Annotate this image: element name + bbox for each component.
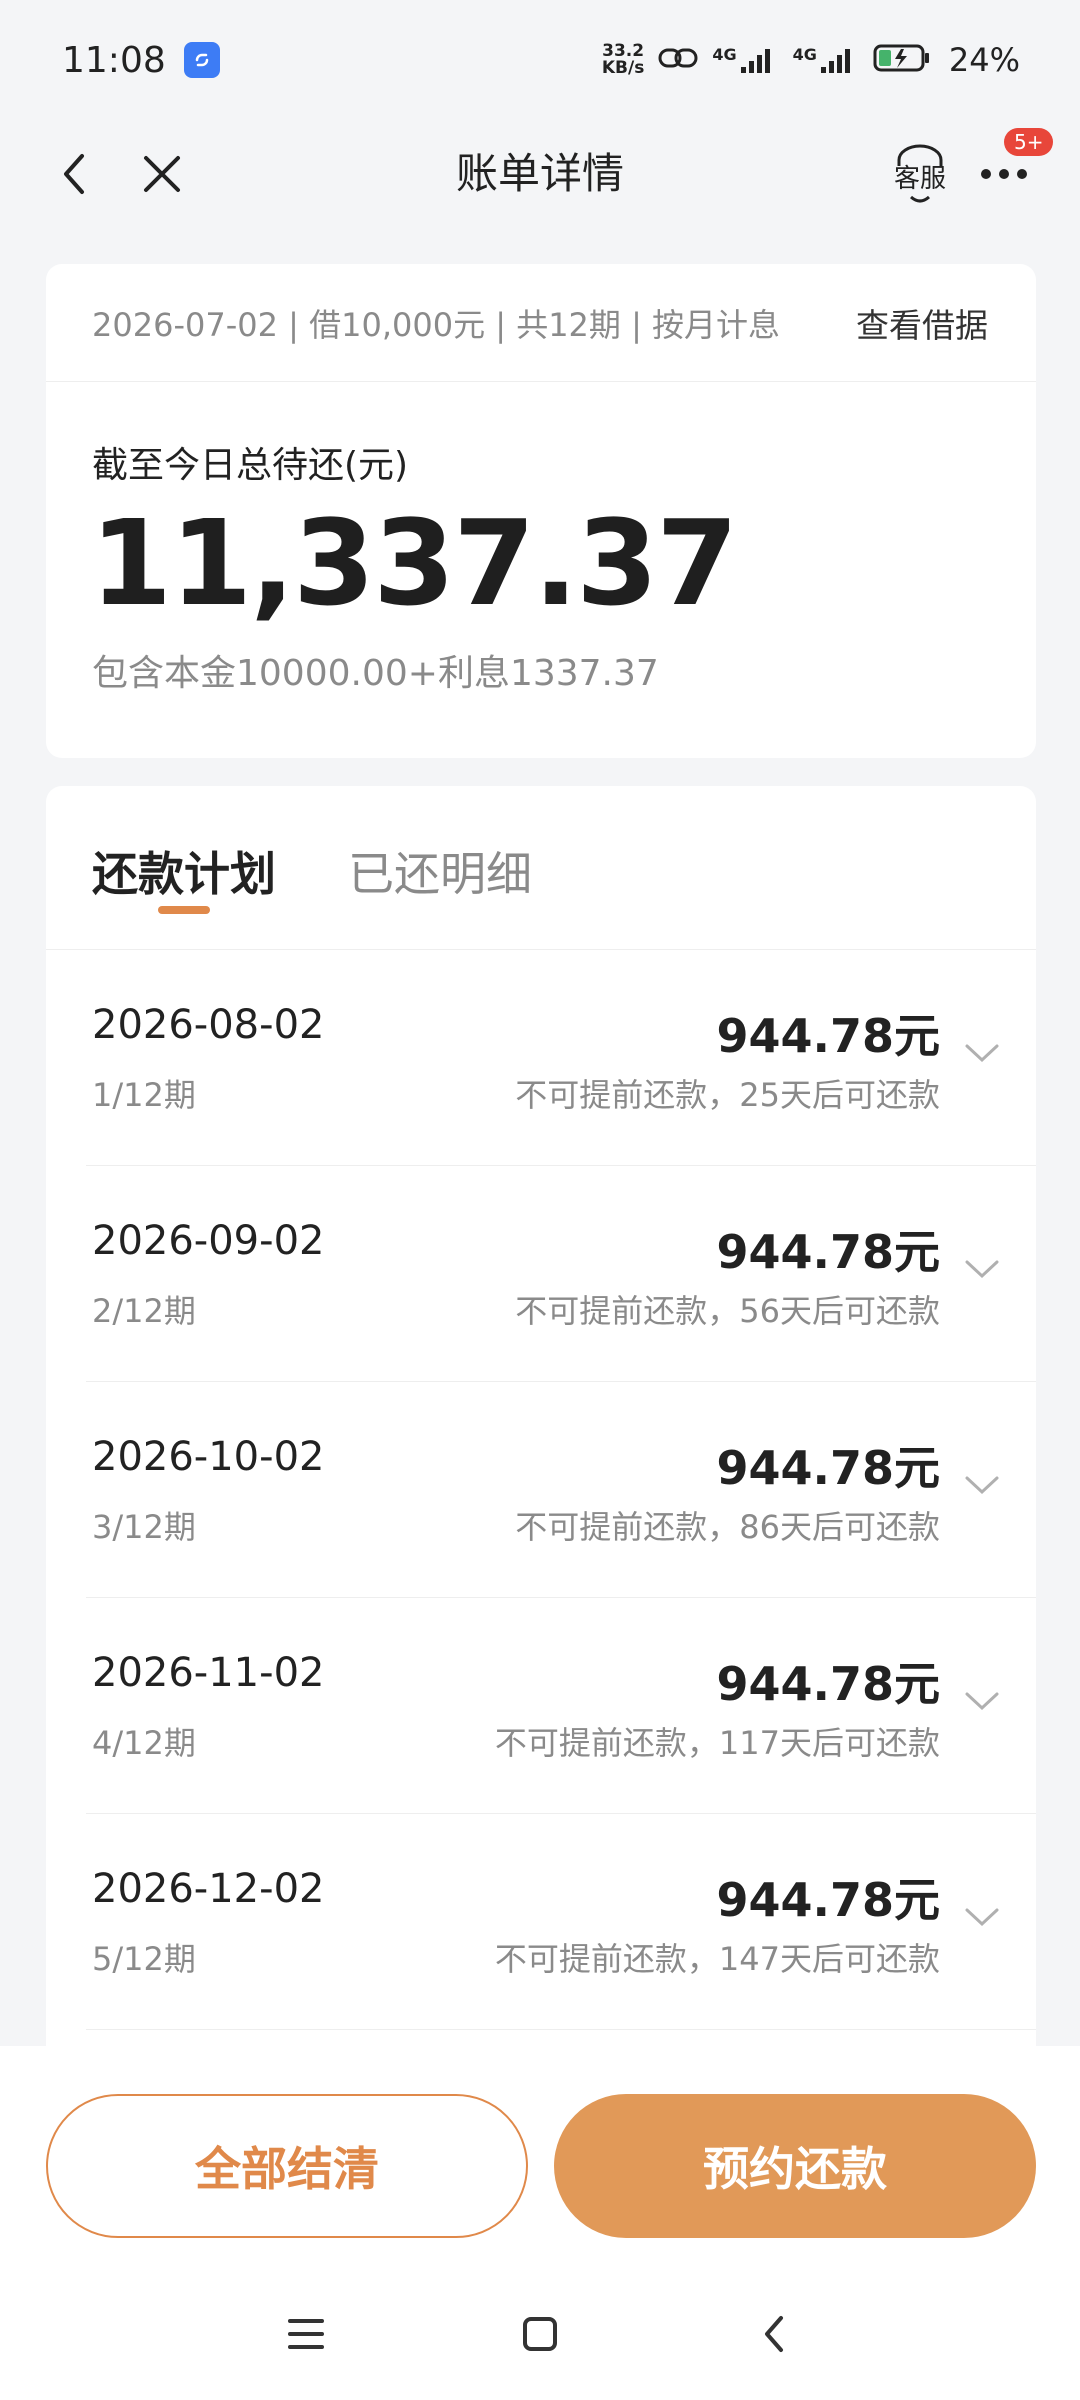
chevron-down-icon[interactable] [964,1258,1000,1282]
row-amount: 944.78元 [716,1009,940,1063]
signal-icon-2: 4G [793,45,859,75]
signal-2-label: 4G [792,45,817,64]
status-indicators: 33.2 KB/s 4G 4G 24% [602,41,1020,79]
recent-apps-button[interactable] [278,2306,334,2362]
row-period: 2/12期 [92,1292,196,1330]
system-back-button[interactable] [746,2306,802,2362]
status-bar: 11:08 33.2 KB/s 4G 4G 24% [0,0,1080,120]
battery-percent: 24% [948,41,1020,79]
chevron-down-icon[interactable] [964,1906,1000,1930]
row-amount: 944.78元 [716,1657,940,1711]
notification-badge: 5+ [1004,128,1054,156]
loan-info: 2026-07-02 | 借10,000元 | 共12期 | 按月计息 [92,305,781,344]
signal-icon: 4G [712,45,778,75]
more-dots-icon [981,169,1027,179]
status-time: 11:08 [62,39,166,81]
net-speed: 33.2 KB/s [602,43,644,77]
row-period: 3/12期 [92,1508,196,1546]
tab-repayment-plan[interactable]: 还款计划 [92,838,276,904]
back-arrow-icon [765,2316,783,2352]
bottom-action-bar: 全部结清 预约还款 [0,2046,1080,2268]
home-square-icon [523,2317,557,2351]
row-date: 2026-08-02 [92,1002,325,1048]
plan-row[interactable]: 2026-09-02 2/12期 944.78元 不可提前还款，56天后可还款 [86,1166,1036,1382]
row-amount: 944.78元 [716,1873,940,1927]
chevron-left-icon [64,154,84,194]
row-note: 不可提前还款，25天后可还款 [515,1076,940,1114]
tab-active-indicator [158,906,210,914]
view-contract-link[interactable]: 查看借据 [856,299,988,347]
row-date: 2026-09-02 [92,1218,325,1264]
plan-row[interactable]: 2026-12-02 5/12期 944.78元 不可提前还款，147天后可还款 [86,1814,1036,2030]
row-period: 4/12期 [92,1724,196,1762]
net-speed-unit: KB/s [601,58,645,78]
home-button[interactable] [512,2306,568,2362]
menu-icon [288,2319,324,2349]
link-icon [658,44,698,76]
row-period: 5/12期 [92,1940,196,1978]
row-note: 不可提前还款，86天后可还款 [515,1508,940,1546]
row-note: 不可提前还款，117天后可还款 [494,1724,940,1762]
total-breakdown: 包含本金10000.00+利息1337.37 [92,653,659,694]
top-nav: 账单详情 客服 5+ [0,120,1080,228]
plan-row[interactable]: 2026-08-02 1/12期 944.78元 不可提前还款，25天后可还款 [86,950,1036,1166]
row-period: 1/12期 [92,1076,196,1114]
tab-paid-details[interactable]: 已还明细 [348,838,532,904]
customer-service-label: 客服 [893,163,946,194]
signal-1-label: 4G [712,45,737,64]
bill-summary-card: 2026-07-02 | 借10,000元 | 共12期 | 按月计息 查看借据… [46,264,1036,758]
total-due-label: 截至今日总待还(元) [92,445,409,486]
row-note: 不可提前还款，56天后可还款 [515,1292,940,1330]
book-repayment-button[interactable]: 预约还款 [554,2094,1036,2238]
row-date: 2026-12-02 [92,1866,325,1912]
close-button[interactable] [130,142,194,206]
customer-service-button[interactable]: 客服 [880,138,960,210]
plan-row[interactable]: 2026-11-02 4/12期 944.78元 不可提前还款，117天后可还款 [86,1598,1036,1814]
row-date: 2026-11-02 [92,1650,325,1696]
plan-row[interactable]: 2026-10-02 3/12期 944.78元 不可提前还款，86天后可还款 [86,1382,1036,1598]
row-amount: 944.78元 [716,1225,940,1279]
total-due-amount: 11,337.37 [90,494,738,632]
battery-icon [873,43,931,77]
back-button[interactable] [42,142,106,206]
row-date: 2026-10-02 [92,1434,325,1480]
settle-all-button[interactable]: 全部结清 [46,2094,528,2238]
row-amount: 944.78元 [716,1441,940,1495]
chevron-down-icon[interactable] [964,1474,1000,1498]
app-notification-icon [183,42,220,78]
chevron-down-icon[interactable] [964,1690,1000,1714]
close-icon [144,156,180,192]
repayment-plan-card: 还款计划 已还明细 2026-08-02 1/12期 944.78元 不可提前还… [46,786,1036,2046]
loan-info-row: 2026-07-02 | 借10,000元 | 共12期 | 按月计息 查看借据 [46,264,1036,382]
system-nav-bar [0,2268,1080,2400]
tab-bar: 还款计划 已还明细 [46,786,1036,950]
chevron-down-icon[interactable] [964,1042,1000,1066]
row-note: 不可提前还款，147天后可还款 [494,1940,940,1978]
